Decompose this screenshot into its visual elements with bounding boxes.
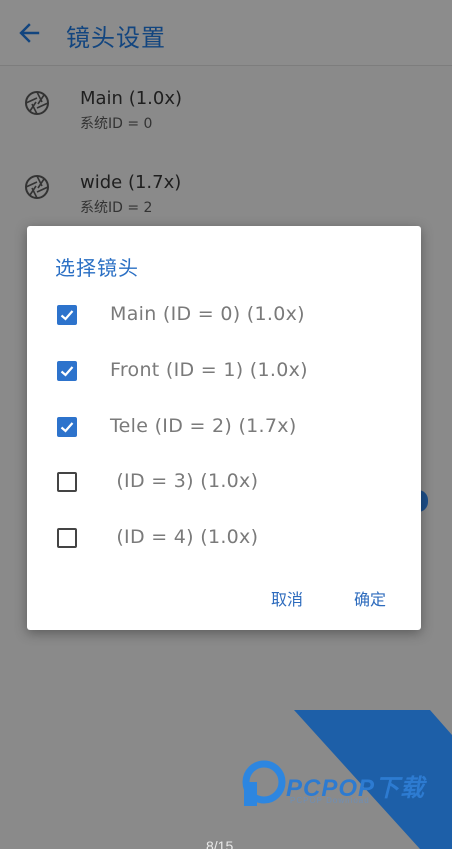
lens-option-label: (ID = 4) (1.0x) xyxy=(110,526,259,548)
check-icon xyxy=(60,310,74,321)
lens-name: Main (1.0x) xyxy=(80,88,183,109)
checkbox-checked[interactable] xyxy=(57,417,77,437)
check-icon xyxy=(60,422,74,433)
lens-option-label: Main (ID = 0) (1.0x) xyxy=(110,303,305,325)
lens-option-label: (ID = 3) (1.0x) xyxy=(110,470,259,492)
page-title: 镜头设置 xyxy=(66,24,166,52)
app-bar: 镜头设置 xyxy=(0,0,452,66)
dialog-title: 选择镜头 xyxy=(55,256,139,280)
lens-item-main[interactable]: Main (1.0x) 系统ID = 0 xyxy=(0,80,452,160)
lens-system-id: 系统ID = 0 xyxy=(80,116,153,132)
checkbox-unchecked[interactable] xyxy=(57,528,77,548)
checkbox-unchecked[interactable] xyxy=(57,472,77,492)
camera-aperture-icon xyxy=(25,175,49,199)
lens-option[interactable]: Main (ID = 0) (1.0x) xyxy=(27,293,421,337)
pcpop-logo-icon xyxy=(242,760,286,806)
checkbox-checked[interactable] xyxy=(57,305,77,325)
back-button[interactable] xyxy=(14,18,44,48)
lens-system-id: 系统ID = 2 xyxy=(80,200,153,216)
lens-option-label: Front (ID = 1) (1.0x) xyxy=(110,359,308,381)
select-lens-dialog: 选择镜头 Main (ID = 0) (1.0x) Front (ID = 1)… xyxy=(27,226,421,630)
cancel-button[interactable]: 取消 xyxy=(271,586,303,610)
lens-option[interactable]: Tele (ID = 2) (1.7x) xyxy=(27,405,421,449)
camera-aperture-icon xyxy=(25,91,49,115)
watermark-subtext: PCPOP Download xyxy=(290,796,370,805)
lens-option-label: Tele (ID = 2) (1.7x) xyxy=(110,415,297,437)
lens-name: wide (1.7x) xyxy=(80,172,182,193)
confirm-button[interactable]: 确定 xyxy=(354,586,386,610)
check-icon xyxy=(60,366,74,377)
page-indicator: 8/15 xyxy=(206,838,234,849)
lens-option[interactable]: Front (ID = 1) (1.0x) xyxy=(27,349,421,393)
checkbox-checked[interactable] xyxy=(57,361,77,381)
lens-option[interactable]: (ID = 3) (1.0x) xyxy=(27,460,421,504)
lens-option[interactable]: (ID = 4) (1.0x) xyxy=(27,516,421,560)
back-arrow-icon xyxy=(19,23,40,43)
